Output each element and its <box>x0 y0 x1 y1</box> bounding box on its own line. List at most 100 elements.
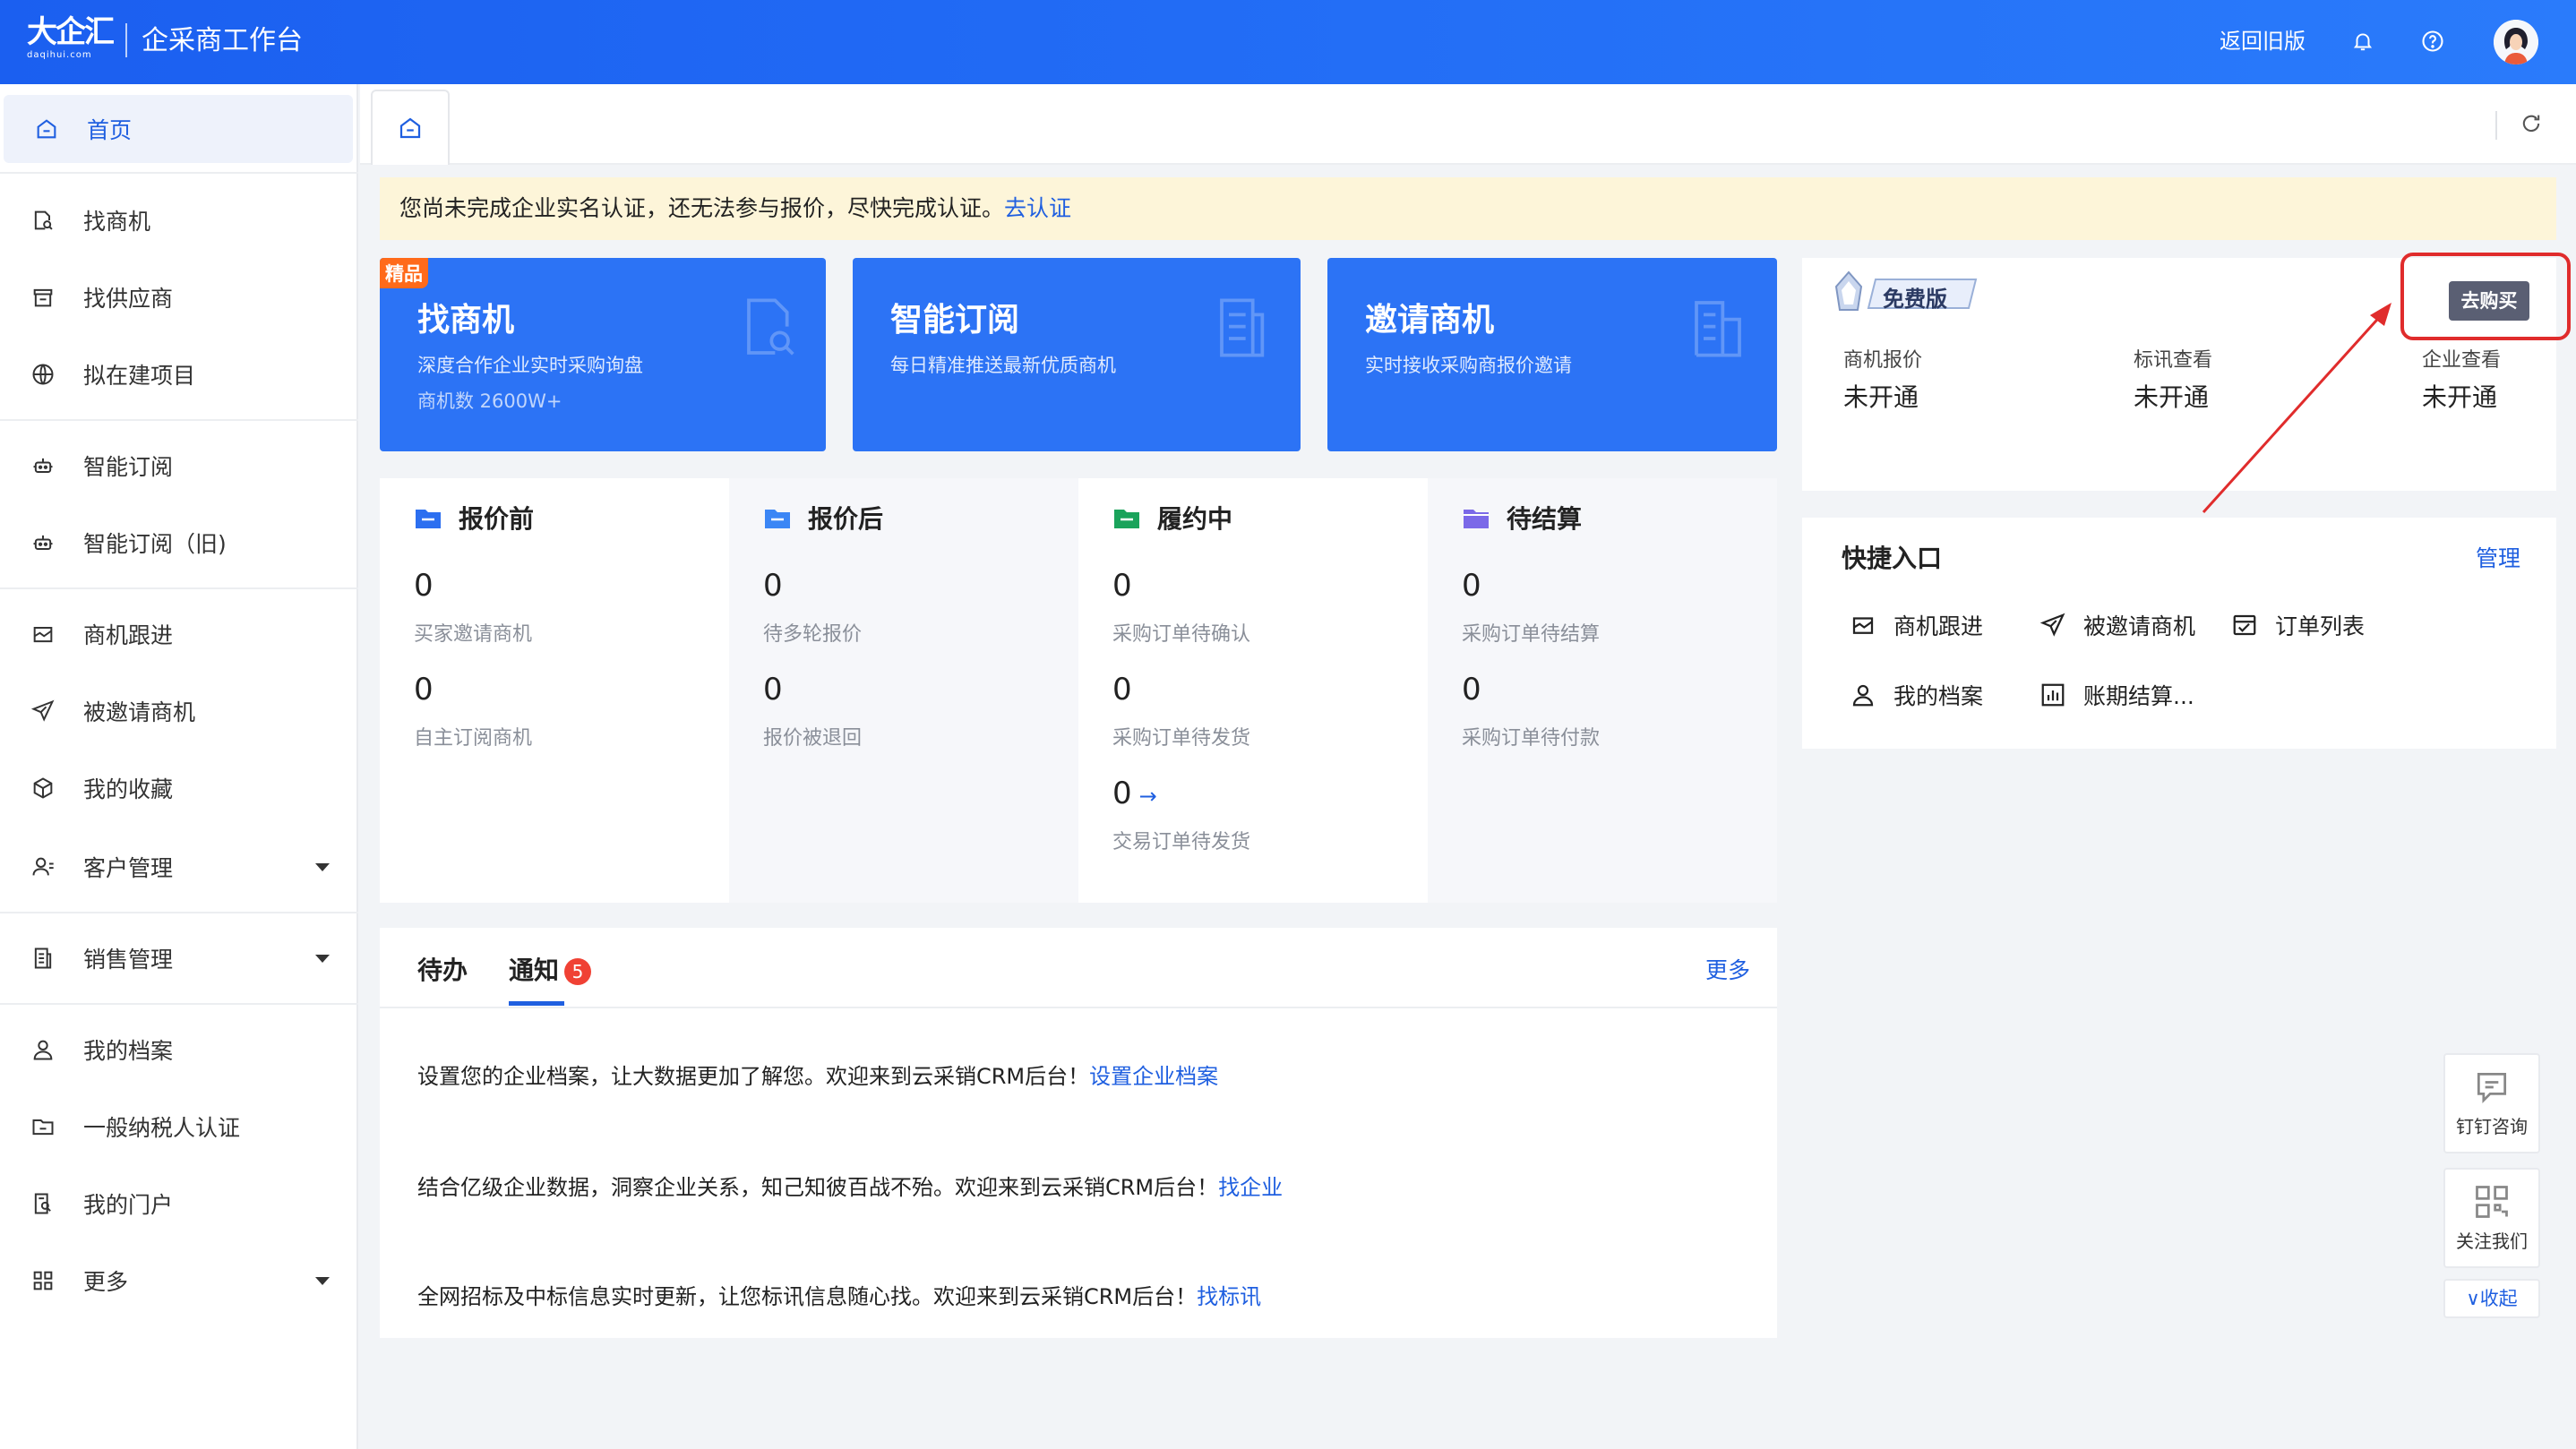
notice-item: 全网招标及中标信息实时更新，让您标讯信息随心找。欢迎来到云采销CRM后台！找标讯 <box>417 1284 1262 1309</box>
feature-card-smart-subscribe[interactable]: 智能订阅 每日精准推送最新优质商机 <box>853 258 1301 451</box>
premium-badge: 精品 <box>380 258 428 288</box>
sidebar-item-projects[interactable]: 拟在建项目 <box>0 340 355 408</box>
user-icon <box>1847 679 1879 711</box>
follow-us-button[interactable]: 关注我们 <box>2443 1168 2540 1268</box>
sidebar-item-find-opportunity[interactable]: 找商机 <box>0 186 355 254</box>
set-company-profile-link[interactable]: 设置企业档案 <box>1089 1064 1218 1089</box>
sidebar-item-label: 找商机 <box>83 209 151 235</box>
sidebar-item-label: 首页 <box>87 117 133 143</box>
back-old-version-link[interactable]: 返回旧版 <box>2220 23 2306 59</box>
sidebar-item-label: 客户管理 <box>83 855 174 881</box>
manage-link[interactable]: 管理 <box>2476 541 2520 573</box>
caret-down-icon <box>315 1276 330 1285</box>
sidebar-item-sales-manage[interactable]: 销售管理 <box>0 924 355 992</box>
tab-todo[interactable]: 待办 <box>417 951 468 987</box>
sidebar-item-more[interactable]: 更多 <box>0 1247 355 1315</box>
find-company-link[interactable]: 找企业 <box>1218 1175 1283 1200</box>
quick-item-invited-opportunity[interactable]: 被邀请商机 <box>2037 607 2195 643</box>
bell-icon[interactable] <box>2345 23 2381 59</box>
stat-value[interactable]: 0 <box>763 568 783 604</box>
notice-item: 设置您的企业档案，让大数据更加了解您。欢迎来到云采销CRM后台！设置企业档案 <box>417 1064 1219 1089</box>
stat-label: 采购订单待付款 <box>1462 727 1601 750</box>
stat-label: 买家邀请商机 <box>414 623 533 646</box>
stat-column-title: 待结算 <box>1462 500 1582 536</box>
todo-notice-panel: 待办 通知 5 更多 设置您的企业档案，让大数据更加了解您。欢迎来到云采销CRM后… <box>380 928 1777 1338</box>
chart-icon <box>2037 679 2069 711</box>
find-bidding-link[interactable]: 找标讯 <box>1197 1284 1261 1309</box>
logo[interactable]: 大企汇 daqihui.com <box>27 14 115 64</box>
feature-title: 智能订阅 <box>890 302 1020 339</box>
quick-access-panel: 快捷入口 管理 商机跟进 被邀请商机 订单列表 我的档案 账期结算... <box>1802 518 2556 749</box>
stat-label: 采购订单待结算 <box>1462 623 1601 646</box>
feature-card-find-opportunity[interactable]: 精品 找商机 深度合作企业实时采购询盘 商机数 2600W+ <box>380 258 826 451</box>
free-version-label: 免费版 <box>1883 287 1947 312</box>
cube-icon <box>27 772 59 804</box>
sidebar-item-favorites[interactable]: 我的收藏 <box>0 754 355 822</box>
sidebar-item-label: 销售管理 <box>83 947 174 973</box>
avatar[interactable] <box>2494 20 2538 64</box>
stat-value[interactable]: 0 <box>414 568 434 604</box>
stat-value[interactable]: 0 <box>414 672 434 707</box>
feature-card-invite-opportunity[interactable]: 邀请商机 实时接收采购商报价邀请 <box>1327 258 1777 451</box>
version-item-value: 未开通 <box>1843 382 1919 412</box>
stat-value[interactable]: 0 <box>763 672 783 707</box>
grid-icon <box>27 1265 59 1297</box>
sidebar-item-opportunity-follow[interactable]: 商机跟进 <box>0 600 355 668</box>
logo-text: 大企汇 <box>27 14 115 50</box>
stat-value[interactable]: 0 <box>1112 672 1132 707</box>
quick-item-billing-settlement[interactable]: 账期结算... <box>2037 677 2194 713</box>
sidebar-item-label: 一般纳税人认证 <box>83 1115 241 1141</box>
stat-value[interactable]: 0 <box>1112 568 1132 604</box>
sidebar-item-taxpayer-cert[interactable]: 一般纳税人认证 <box>0 1093 355 1161</box>
sidebar-item-label: 更多 <box>83 1269 129 1295</box>
sidebar-item-smart-subscribe-old[interactable]: 智能订阅（旧) <box>0 509 355 577</box>
sidebar-item-find-supplier[interactable]: 找供应商 <box>0 263 355 331</box>
quick-item-order-list[interactable]: 订单列表 <box>2228 607 2365 643</box>
nav-divider <box>0 172 358 174</box>
sidebar-item-home[interactable]: 首页 <box>4 95 353 163</box>
verify-link[interactable]: 去认证 <box>1004 195 1071 221</box>
portal-icon <box>27 1187 59 1220</box>
stat-label: 交易订单待发货 <box>1112 831 1251 853</box>
logo-subtext: daqihui.com <box>27 50 92 60</box>
folder-icon <box>1112 504 1141 531</box>
robot-icon <box>27 527 59 559</box>
sidebar-item-smart-subscribe[interactable]: 智能订阅 <box>0 432 355 500</box>
sidebar-item-my-profile[interactable]: 我的档案 <box>0 1016 355 1084</box>
sidebar-item-my-portal[interactable]: 我的门户 <box>0 1170 355 1238</box>
user-manage-icon <box>27 851 59 883</box>
home-icon <box>397 115 424 141</box>
sidebar-item-label: 智能订阅（旧) <box>83 531 227 557</box>
stat-value-link[interactable]: 0 → <box>1112 776 1157 811</box>
home-icon <box>30 113 63 145</box>
tab-notice[interactable]: 通知 5 <box>509 951 592 987</box>
annotation-arrow <box>2202 303 2391 514</box>
stat-column-after-quote: 报价后 0 待多轮报价 0 报价被退回 <box>729 478 1078 903</box>
sidebar-item-label: 智能订阅 <box>83 454 174 480</box>
refresh-icon[interactable] <box>2513 106 2549 141</box>
feature-desc: 深度合作企业实时采购询盘 <box>417 355 643 376</box>
feature-title: 找商机 <box>417 302 515 339</box>
feature-title: 邀请商机 <box>1365 302 1495 339</box>
quick-item-opportunity-follow[interactable]: 商机跟进 <box>1847 607 1983 643</box>
sidebar-item-customer-manage[interactable]: 客户管理 <box>0 833 355 901</box>
feature-desc: 实时接收采购商报价邀请 <box>1365 355 1572 376</box>
collapse-button[interactable]: ∨收起 <box>2443 1279 2540 1318</box>
quick-item-my-profile[interactable]: 我的档案 <box>1847 677 1983 713</box>
order-list-icon <box>2228 609 2261 641</box>
help-icon[interactable] <box>2415 23 2451 59</box>
stat-value[interactable]: 0 <box>1462 672 1481 707</box>
sidebar-item-label: 找供应商 <box>83 286 174 312</box>
sidebar-item-label: 我的收藏 <box>83 776 174 802</box>
notice-text: 您尚未完成企业实名认证，还无法参与报价，尽快完成认证。 <box>399 195 1005 221</box>
sidebar-item-invited-opportunity[interactable]: 被邀请商机 <box>0 677 355 745</box>
dingtalk-consult-button[interactable]: 钉钉咨询 <box>2443 1053 2540 1153</box>
feature-desc: 每日精准推送最新优质商机 <box>890 355 1116 376</box>
stat-label: 报价被退回 <box>763 727 863 750</box>
stat-value[interactable]: 0 <box>1462 568 1481 604</box>
tab-home[interactable] <box>371 90 450 165</box>
arrow-right-icon: → <box>1138 784 1157 809</box>
more-link[interactable]: 更多 <box>1705 953 1750 985</box>
building-icon <box>1689 296 1747 360</box>
follow-icon <box>1847 609 1879 641</box>
